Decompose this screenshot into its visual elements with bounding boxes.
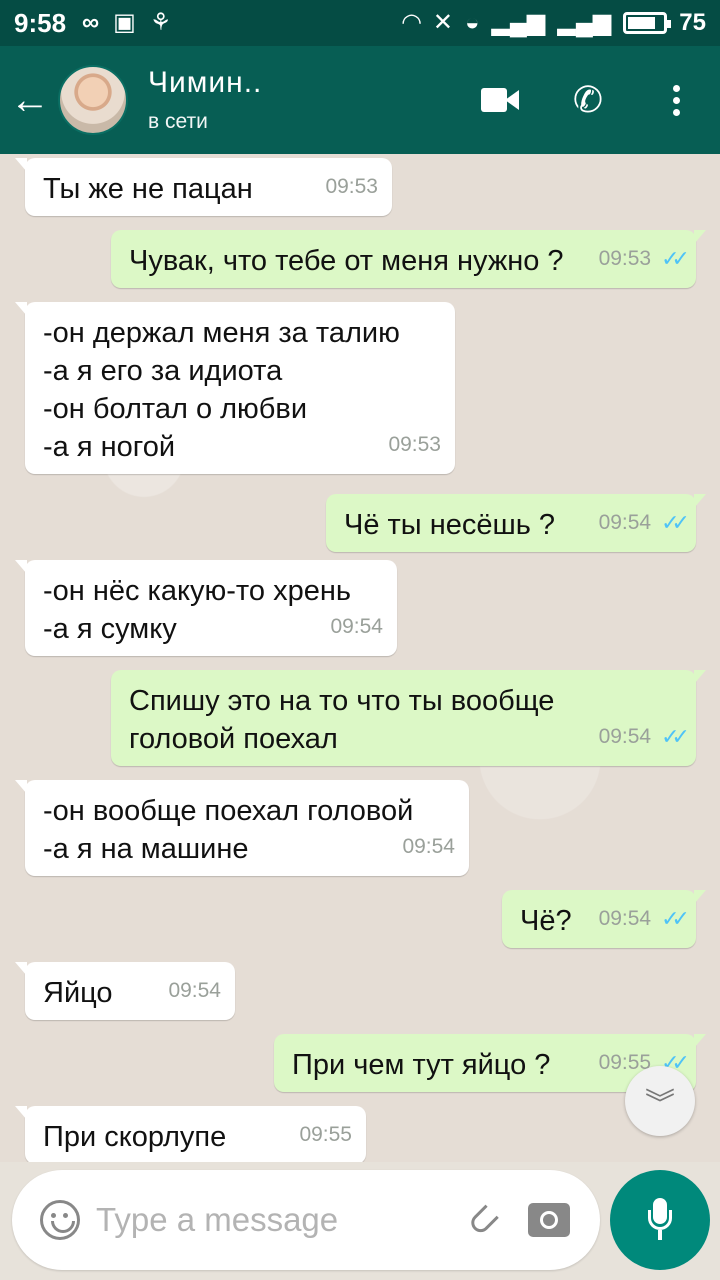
scroll-to-bottom-button[interactable]: ︾ bbox=[625, 1066, 695, 1136]
contact-status: в сети bbox=[148, 110, 208, 133]
microphone-icon bbox=[648, 1198, 672, 1242]
message-meta: 09:53 ✓✓ bbox=[598, 240, 690, 278]
message-time: 09:54 bbox=[402, 835, 455, 858]
infinity-icon: ∞ bbox=[82, 9, 100, 36]
message-incoming[interactable]: При скорлупе 09:55 bbox=[15, 1106, 366, 1162]
message-text: Чё? bbox=[520, 905, 572, 937]
message-text: Яйцо bbox=[43, 977, 113, 1009]
contact-name: Чимин.. bbox=[148, 66, 263, 99]
message-time: 09:54 bbox=[598, 907, 652, 930]
message-time: 09:53 bbox=[388, 433, 441, 456]
message-text: При скорлупе bbox=[43, 1121, 227, 1153]
4g-signal-icon: ▂▄▆ bbox=[557, 9, 612, 36]
message-meta: 09:54 ✓✓ bbox=[598, 900, 690, 938]
message-incoming[interactable]: -он держал меня за талию -а я его за иди… bbox=[15, 302, 455, 474]
headset-icon: ◠ bbox=[402, 9, 421, 36]
message-text: -он нёс какую-то хрень -а я сумку bbox=[43, 575, 351, 645]
video-camera-icon bbox=[481, 88, 519, 112]
wifi-icon: ◒ bbox=[464, 9, 480, 36]
message-text: Ты же не пацан bbox=[43, 173, 253, 205]
status-left-icons: ∞ ▣ ⚘ bbox=[82, 11, 171, 35]
status-bar: 9:58 ∞ ▣ ⚘ ◠ ✕ ◒ ▂▄▆ ▂▄▆ 75 bbox=[0, 0, 720, 46]
message-incoming[interactable]: Ты же не пацан 09:53 bbox=[15, 158, 392, 216]
message-meta: 09:54 bbox=[168, 972, 221, 1010]
message-outgoing[interactable]: Чё ты несёшь ? 09:54 ✓✓ bbox=[326, 494, 706, 552]
message-outgoing[interactable]: Спишу это на то что ты вообще головой по… bbox=[111, 670, 706, 766]
message-incoming[interactable]: -он нёс какую-то хрень -а я сумку 09:54 bbox=[15, 560, 397, 656]
contact-info[interactable]: Чимин.. в сети bbox=[148, 66, 262, 134]
message-time: 09:54 bbox=[330, 615, 383, 638]
chat-messages[interactable]: Ты же не пацан 09:53 Чувак, что тебе от … bbox=[0, 154, 720, 1162]
double-check-icon: ✓✓ bbox=[661, 510, 690, 535]
message-incoming[interactable]: -он вообще поехал головой -а я на машине… bbox=[15, 780, 469, 876]
more-vert-icon bbox=[672, 84, 680, 116]
emoji-icon[interactable] bbox=[40, 1200, 80, 1240]
paperclip-icon[interactable]: ⊂ bbox=[455, 1192, 511, 1248]
message-incoming[interactable]: Яйцо 09:54 bbox=[15, 962, 235, 1020]
more-options-button[interactable] bbox=[632, 46, 720, 154]
battery-level: 75 bbox=[679, 9, 706, 36]
message-meta: 09:53 bbox=[388, 426, 441, 464]
camera-icon[interactable] bbox=[527, 1203, 570, 1237]
avatar[interactable] bbox=[58, 65, 128, 135]
message-outgoing[interactable]: Чё? 09:54 ✓✓ bbox=[502, 890, 706, 948]
message-composer: ⊂ bbox=[0, 1162, 720, 1280]
double-check-icon: ✓✓ bbox=[661, 246, 690, 271]
message-time: 09:53 bbox=[598, 247, 652, 270]
chat-header: ← Чимин.. в сети ✆ bbox=[0, 46, 720, 154]
message-text: Спишу это на то что ты вообще головой по… bbox=[129, 685, 555, 755]
link-icon: ⚘ bbox=[149, 9, 172, 36]
message-time: 09:54 bbox=[598, 725, 652, 748]
message-meta: 09:54 bbox=[402, 828, 455, 866]
input-pill: ⊂ bbox=[12, 1170, 600, 1270]
signal-icon: ▂▄▆ bbox=[491, 9, 546, 36]
battery-icon bbox=[623, 12, 672, 34]
status-time: 9:58 bbox=[14, 7, 67, 38]
message-text: При чем тут яйцо ? bbox=[292, 1049, 551, 1081]
double-check-icon: ✓✓ bbox=[661, 724, 690, 749]
message-text: Чё ты несёшь ? bbox=[344, 509, 556, 541]
phone-icon: ✆ bbox=[572, 79, 604, 120]
message-meta: 09:55 bbox=[299, 1116, 352, 1154]
message-meta: 09:53 bbox=[325, 168, 378, 206]
header-actions: ✆ bbox=[456, 46, 720, 154]
back-button[interactable]: ← bbox=[0, 46, 60, 154]
message-outgoing[interactable]: Чувак, что тебе от меня нужно ? 09:53 ✓✓ bbox=[111, 230, 706, 288]
message-meta: 09:54 bbox=[330, 608, 383, 646]
message-input[interactable] bbox=[96, 1201, 456, 1239]
message-time: 09:54 bbox=[168, 979, 221, 1002]
message-text: -он держал меня за талию -а я его за иди… bbox=[43, 317, 400, 463]
arrow-left-icon: ← bbox=[10, 77, 50, 122]
chevron-down-icon: ︾ bbox=[645, 1088, 675, 1121]
message-meta: 09:54 ✓✓ bbox=[598, 718, 690, 756]
message-meta: 09:54 ✓✓ bbox=[598, 504, 690, 542]
message-time: 09:54 bbox=[598, 511, 652, 534]
battery-fill bbox=[628, 17, 655, 29]
message-text: Чувак, что тебе от меня нужно ? bbox=[129, 245, 564, 277]
video-call-button[interactable] bbox=[456, 46, 544, 154]
voice-message-button[interactable] bbox=[610, 1170, 710, 1270]
image-icon: ▣ bbox=[113, 9, 136, 36]
double-check-icon: ✓✓ bbox=[661, 906, 690, 931]
voice-call-button[interactable]: ✆ bbox=[544, 46, 632, 154]
status-right-icons: ◠ ✕ ◒ ▂▄▆ ▂▄▆ 75 bbox=[402, 9, 706, 37]
message-time: 09:53 bbox=[325, 175, 378, 198]
message-time: 09:55 bbox=[299, 1123, 352, 1146]
message-text: -он вообще поехал головой -а я на машине bbox=[43, 795, 414, 865]
mute-icon: ✕ bbox=[432, 9, 453, 36]
